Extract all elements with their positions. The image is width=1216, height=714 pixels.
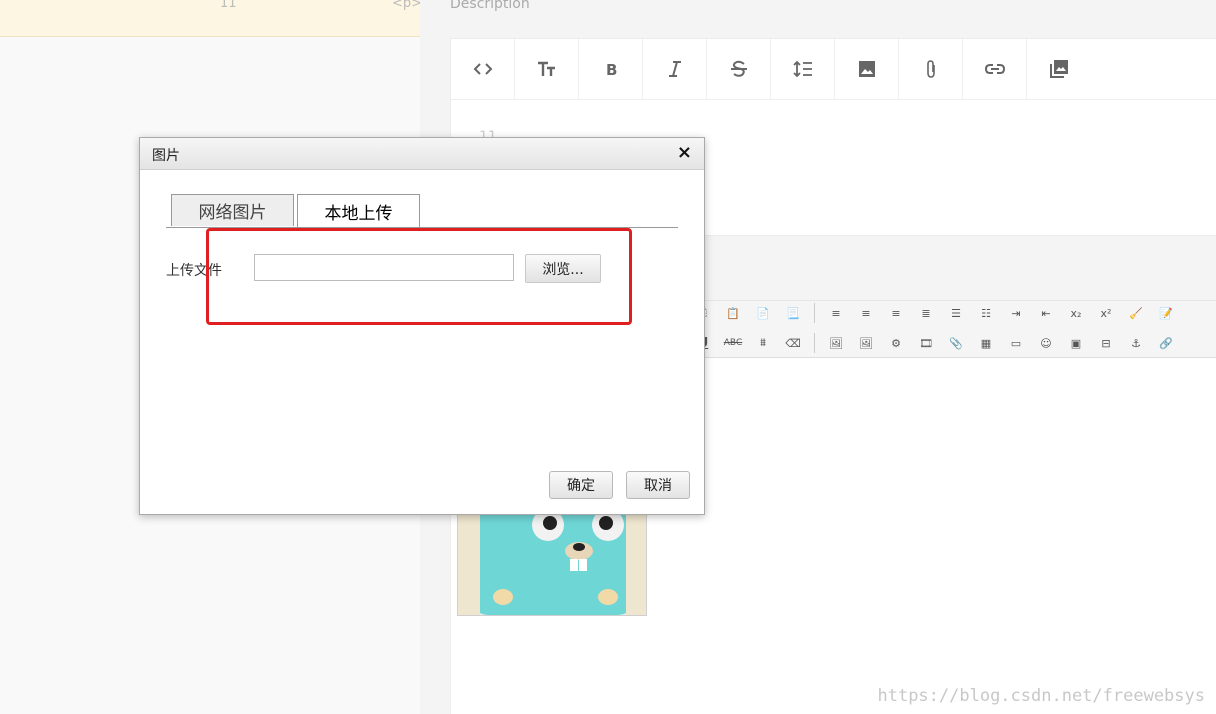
align-justify-icon[interactable]: ≣ — [914, 301, 938, 325]
unordered-list-icon[interactable]: ☷ — [974, 301, 998, 325]
clear-format-icon[interactable]: 🧹 — [1124, 301, 1148, 325]
align-center-icon[interactable]: ≡ — [854, 301, 878, 325]
svg-text:B: B — [606, 61, 617, 79]
hyperlink-icon[interactable]: 🔗 — [1154, 331, 1178, 355]
gallery-icon[interactable] — [1027, 39, 1090, 99]
align-right-icon[interactable]: ≡ — [884, 301, 908, 325]
browse-button[interactable]: 浏览... — [525, 254, 601, 283]
markdown-toolbar: B — [451, 39, 1216, 100]
code-line-strip: 11 <p> — [0, 0, 423, 37]
confirm-button[interactable]: 确定 — [549, 471, 613, 499]
line-height-icon[interactable] — [771, 39, 835, 99]
table-icon[interactable]: ▦ — [974, 331, 998, 355]
description-label: Description — [450, 0, 530, 12]
upload-file-label: 上传文件 — [166, 263, 222, 279]
code-block-icon[interactable]: ▭ — [1004, 331, 1028, 355]
watermark: https://blog.csdn.net/freewebsys — [877, 686, 1205, 706]
eraser-icon[interactable]: ⌫ — [781, 331, 805, 355]
paste-text-icon[interactable]: 📄 — [751, 301, 775, 325]
superscript-icon[interactable]: x² — [1094, 301, 1118, 325]
anchor-icon[interactable]: ⚓ — [1124, 331, 1148, 355]
select-all-icon[interactable]: 📝 — [1154, 301, 1178, 325]
toolbar-divider — [814, 303, 815, 323]
image-dialog: 图片 × 网络图片 本地上传 上传文件 浏览... 确定 取消 — [139, 137, 705, 515]
italic-icon[interactable] — [643, 39, 707, 99]
multi-image-icon[interactable]: 🖼 — [854, 331, 878, 355]
rich-toolbar-row-2: U ABC ⩩ ⌫ 🖼 🖼 ⚙ 🎞 📎 ▦ ▭ ☺ ▣ ⊟ ⚓ 🔗 — [691, 331, 1178, 355]
tab-divider — [166, 227, 678, 228]
align-left-icon[interactable]: ≡ — [824, 301, 848, 325]
outdent-icon[interactable]: ⇤ — [1034, 301, 1058, 325]
code-tag: <p> — [392, 0, 423, 11]
file-path-input[interactable] — [254, 254, 514, 281]
dialog-tabs: 网络图片 本地上传 — [171, 194, 423, 227]
flash-icon[interactable]: ⚙ — [884, 331, 908, 355]
paste-icon[interactable]: 📋 — [721, 301, 745, 325]
close-icon[interactable]: × — [677, 142, 692, 163]
dialog-title: 图片 — [152, 148, 180, 164]
link-icon[interactable] — [963, 39, 1027, 99]
text-size-icon[interactable] — [515, 39, 579, 99]
subscript-icon[interactable]: x₂ — [1064, 301, 1088, 325]
strikethrough-icon[interactable] — [707, 39, 771, 99]
code-icon[interactable] — [451, 39, 515, 99]
insert-image-icon[interactable]: 🖼 — [824, 331, 848, 355]
horizontal-rule-icon[interactable]: ⩩ — [751, 331, 775, 355]
paste-word-icon[interactable]: 📃 — [781, 301, 805, 325]
emoticon-icon[interactable]: ☺ — [1034, 331, 1058, 355]
gopher-image — [457, 510, 647, 616]
tab-local-upload[interactable]: 本地上传 — [297, 194, 420, 227]
insert-file-icon[interactable]: 📎 — [944, 331, 968, 355]
dialog-titlebar: 图片 × — [140, 138, 704, 170]
page-break-icon[interactable]: ⊟ — [1094, 331, 1118, 355]
image-icon[interactable] — [835, 39, 899, 99]
cancel-button[interactable]: 取消 — [626, 471, 690, 499]
image-frame-icon[interactable]: ▣ — [1064, 331, 1088, 355]
strikethrough-text-icon[interactable]: ABC — [721, 331, 745, 355]
tab-network-image[interactable]: 网络图片 — [171, 194, 294, 226]
indent-icon[interactable]: ⇥ — [1004, 301, 1028, 325]
toolbar-divider — [814, 333, 815, 353]
ordered-list-icon[interactable]: ☰ — [944, 301, 968, 325]
media-icon[interactable]: 🎞 — [914, 331, 938, 355]
bold-icon[interactable]: B — [579, 39, 643, 99]
rich-toolbar-row-1: ⎘ 📋 📄 📃 ≡ ≡ ≡ ≣ ☰ ☷ ⇥ ⇤ x₂ x² 🧹 📝 — [691, 301, 1178, 325]
line-number: 11 — [220, 0, 237, 11]
attachment-icon[interactable] — [899, 39, 963, 99]
